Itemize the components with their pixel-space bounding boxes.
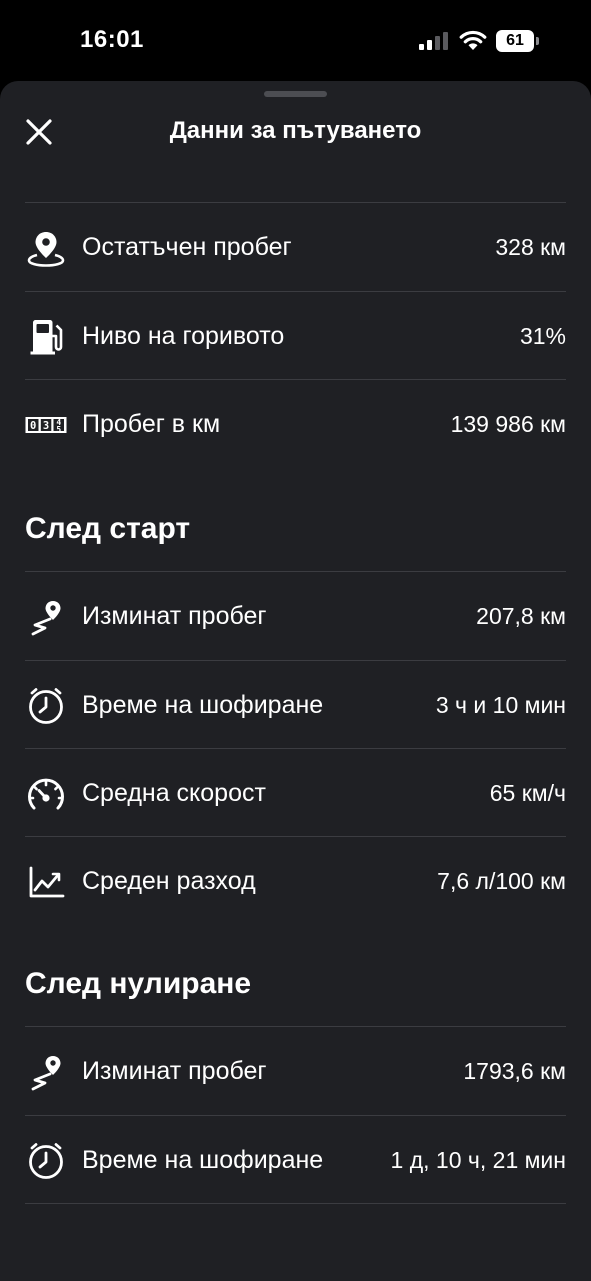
status-bar: 16:01 61: [0, 0, 591, 80]
section-title-since-start: След старт: [25, 512, 191, 545]
driving-time-row: Време на шофиране 3 ч и 10 мин: [25, 661, 566, 749]
distance-driven-row: Изминат пробег 1793,6 км: [25, 1027, 566, 1115]
sheet-grabber[interactable]: [264, 91, 327, 97]
row-label: Пробег в км: [82, 410, 221, 438]
row-label: Среден разход: [82, 867, 256, 895]
route-pin-icon: [25, 1051, 67, 1093]
trip-data-sheet: Данни за пътуването Остатъчен пробег 328…: [0, 81, 591, 1281]
row-value: 7,6 л/100 км: [437, 868, 566, 894]
row-value: 31%: [519, 323, 566, 349]
odometer-icon: 0 3 4 5: [25, 404, 67, 446]
row-value: 1 д, 10 ч, 21 мин: [390, 1147, 566, 1173]
row-value: 139 986 км: [450, 411, 566, 437]
cellular-signal-icon: [419, 32, 448, 50]
row-label: Ниво на горивото: [82, 322, 285, 350]
row-label: Средна скорост: [82, 779, 266, 807]
section-title-since-reset: След нулиране: [25, 967, 252, 1000]
odometer-row: 0 3 4 5 Пробег в км 139 986 км: [25, 380, 566, 468]
consumption-chart-icon: [25, 861, 67, 903]
row-value: 328 км: [495, 234, 566, 260]
wifi-icon: [459, 30, 487, 50]
average-consumption-row: Среден разход 7,6 л/100 км: [25, 837, 566, 925]
row-label: Изминат пробег: [82, 1057, 267, 1085]
distance-driven-row: Изминат пробег 207,8 км: [25, 572, 566, 660]
row-value: 3 ч и 10 мин: [435, 692, 566, 718]
svg-text:3: 3: [43, 420, 49, 432]
row-value: 207,8 км: [476, 603, 566, 629]
average-speed-row: Средна скорост 65 км/ч: [25, 749, 566, 837]
svg-text:5: 5: [56, 425, 61, 434]
divider: [25, 1203, 566, 1204]
battery-indicator: 61: [496, 30, 540, 52]
sheet-title: Данни за пътуването: [169, 117, 422, 144]
remaining-range-row: Остатъчен пробег 328 км: [25, 203, 566, 291]
row-value: 65 км/ч: [489, 780, 566, 806]
svg-text:0: 0: [30, 420, 36, 432]
row-label: Изминат пробег: [82, 602, 267, 630]
status-time: 16:01: [80, 26, 144, 53]
row-label: Остатъчен пробег: [82, 233, 292, 261]
route-pin-icon: [25, 596, 67, 638]
fuel-level-row: Ниво на горивото 31%: [25, 292, 566, 380]
fuel-pump-icon: [25, 316, 67, 358]
row-label: Време на шофиране: [82, 1146, 324, 1174]
row-label: Време на шофиране: [82, 691, 324, 719]
driving-time-row: Време на шофиране 1 д, 10 ч, 21 мин: [25, 1116, 566, 1204]
speedometer-icon: [25, 773, 67, 815]
battery-level: 61: [496, 30, 534, 52]
clock-icon: [25, 685, 67, 727]
clock-icon: [25, 1140, 67, 1182]
row-value: 1793,6 км: [463, 1058, 566, 1084]
location-pin-icon: [25, 227, 67, 269]
battery-tip: [536, 37, 539, 45]
